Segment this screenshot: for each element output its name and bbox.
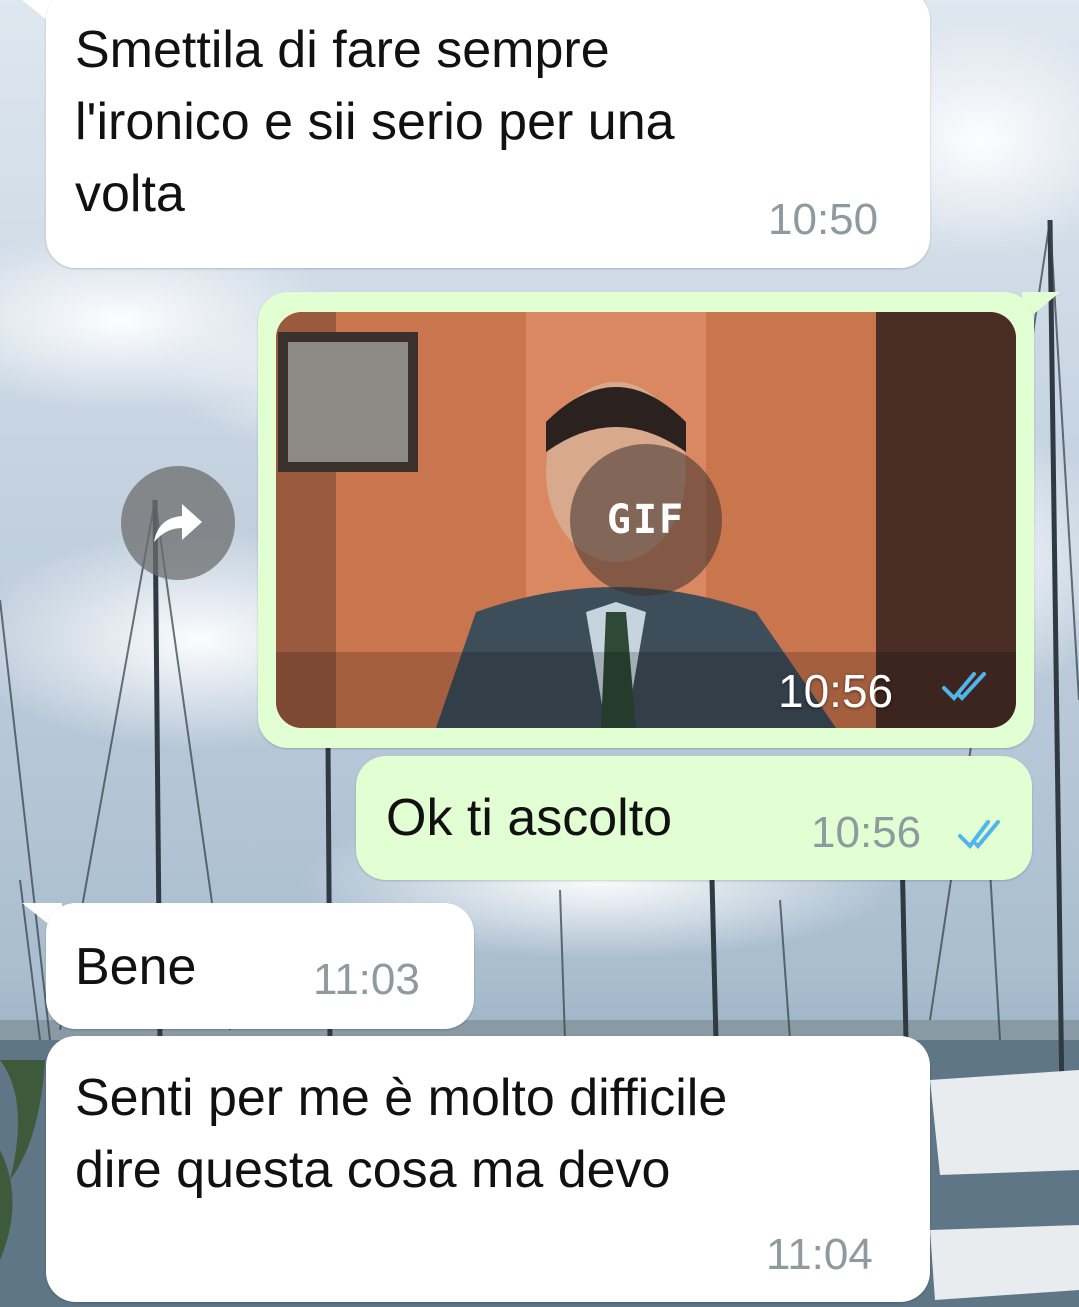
message-timestamp: 11:03 (313, 955, 420, 1004)
incoming-message[interactable]: Smettila di fare sempre l'ironico e sii … (46, 0, 930, 268)
message-text-line: volta (75, 165, 185, 223)
message-timestamp: 10:50 (768, 195, 879, 244)
incoming-message[interactable]: Senti per me è molto difficile dire ques… (46, 1036, 930, 1302)
share-arrow-icon (154, 504, 202, 542)
double-check-icon (942, 672, 986, 701)
gif-timestamp: 10:56 (778, 665, 894, 717)
incoming-message[interactable]: Bene 11:03 (46, 903, 474, 1029)
message-text-line: dire questa cosa ma devo (75, 1141, 671, 1199)
double-check-icon (958, 820, 1000, 850)
message-text-line: l'ironico e sii serio per una (75, 93, 675, 151)
message-text-line: Senti per me è molto difficile (75, 1069, 728, 1127)
forward-button[interactable] (121, 466, 235, 580)
gif-play-badge[interactable]: GIF (570, 444, 722, 596)
message-timestamp: 10:56 (811, 808, 922, 857)
message-timestamp: 11:04 (766, 1230, 873, 1279)
message-text-line: Smettila di fare sempre (75, 21, 610, 79)
message-text: Ok ti ascolto (386, 789, 673, 847)
message-text: Bene (75, 938, 197, 996)
outgoing-message[interactable]: Ok ti ascolto 10:56 (356, 756, 1032, 880)
